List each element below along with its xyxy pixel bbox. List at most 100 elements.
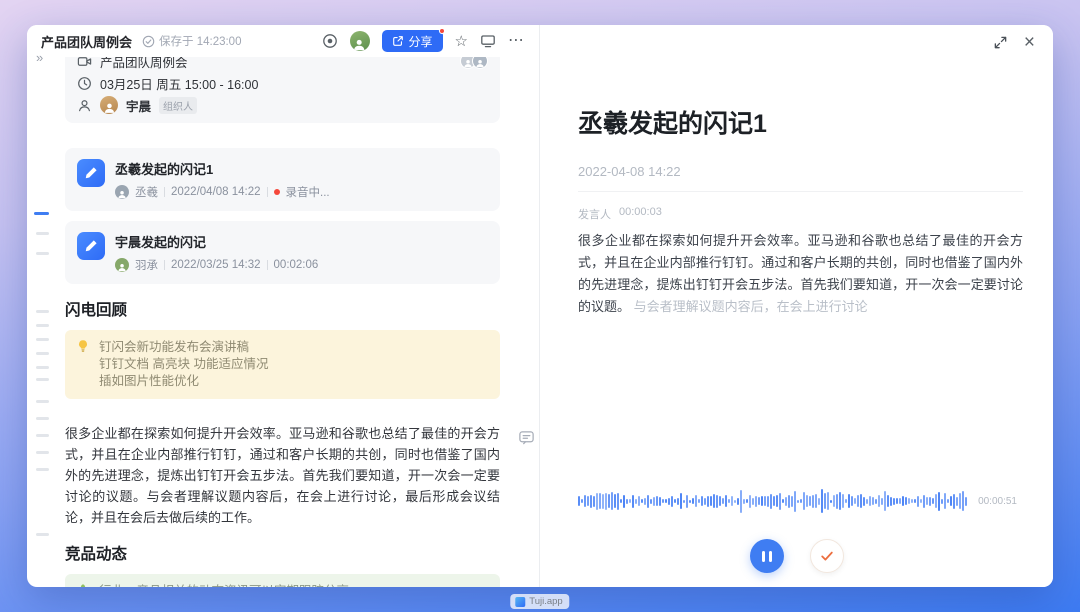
outline-marker[interactable] <box>36 366 49 369</box>
outline-marker[interactable] <box>36 324 49 327</box>
avocado-icon <box>76 583 90 587</box>
share-button[interactable]: 分享 <box>382 30 443 52</box>
waveform-bar <box>737 498 739 505</box>
waveform-bar <box>848 494 850 508</box>
participant-avatars[interactable] <box>460 57 488 69</box>
waveform-bar <box>863 497 865 506</box>
waveform-bar <box>638 496 640 506</box>
organizer-name: 宇晨 <box>126 96 151 115</box>
waveform-bar <box>740 490 742 513</box>
waveform-bar <box>623 495 625 508</box>
highlight-line: 钉钉文档 高亮块 功能适应情况 <box>99 356 488 373</box>
outline-marker[interactable] <box>36 310 49 313</box>
waveform-bar <box>779 493 781 510</box>
comment-icon[interactable] <box>516 427 536 447</box>
outline-marker[interactable] <box>36 468 49 471</box>
outline-marker[interactable] <box>36 533 49 536</box>
waveform-bar <box>752 498 754 505</box>
audio-waveform[interactable] <box>578 487 970 515</box>
waveform-bar <box>677 498 679 505</box>
waveform-bar <box>668 498 670 505</box>
document-paragraph[interactable]: 很多企业都在探索如何提升开会效率。亚马逊和谷歌也总结了最佳的开会方式，并且在企业… <box>65 423 500 528</box>
outline-marker-active[interactable] <box>34 212 49 215</box>
waveform-bar <box>824 493 826 509</box>
outline-marker[interactable] <box>36 352 49 355</box>
meeting-time-row: 03月25日 周五 15:00 - 16:00 <box>77 72 488 94</box>
meeting-organizer-row: 宇晨 组织人 <box>77 94 488 116</box>
user-avatar[interactable] <box>350 31 370 51</box>
waveform-bar <box>914 499 916 503</box>
document-content: 产品团队周例会 03月25日 周五 15:00 - 16:00 <box>65 57 500 587</box>
pause-button[interactable] <box>750 539 784 573</box>
desktop-background: 产品团队周例会 保存于 14:23:00 分享 <box>0 0 1080 612</box>
flash-note-title: 丞羲发起的闪记1 <box>115 159 330 178</box>
waveform-bar <box>857 495 859 507</box>
recording-dot <box>274 189 280 195</box>
outline-marker[interactable] <box>36 417 49 420</box>
waveform-bar <box>791 496 793 507</box>
flash-note-card-2[interactable]: 宇晨发起的闪记 羽承 2022/03/25 14:32 00:02:06 <box>65 221 500 284</box>
meeting-schedule-card[interactable]: 产品团队周例会 03月25日 周五 15:00 - 16:00 <box>65 57 500 123</box>
waveform-bar <box>908 498 910 504</box>
waveform-bar <box>812 495 814 508</box>
outline-marker[interactable] <box>36 434 49 437</box>
waveform-bar <box>647 495 649 508</box>
waveform-bar <box>719 496 721 506</box>
waveform-bar <box>629 499 631 503</box>
record-icon[interactable] <box>322 33 338 49</box>
document-panel: 产品团队周例会 保存于 14:23:00 分享 <box>27 25 540 587</box>
waveform-bar <box>698 499 700 503</box>
close-icon[interactable]: × <box>1024 33 1035 52</box>
waveform-bar <box>836 494 838 509</box>
organizer-tag: 组织人 <box>159 97 197 114</box>
outline-marker[interactable] <box>36 378 49 381</box>
waveform-bar <box>839 492 841 510</box>
sidebar-expand-icon[interactable]: » <box>36 51 43 64</box>
outline-marker[interactable] <box>36 232 49 235</box>
outline-marker[interactable] <box>36 400 49 403</box>
waveform-bar <box>926 497 928 505</box>
waveform-bar <box>860 494 862 508</box>
waveform-bar <box>935 494 937 508</box>
outline-marker[interactable] <box>36 338 49 341</box>
waveform-bar <box>767 496 769 507</box>
waveform-bar <box>953 494 955 509</box>
waveform-bar <box>899 498 901 504</box>
document-header: 产品团队周例会 保存于 14:23:00 分享 <box>27 25 539 57</box>
more-options-icon[interactable]: ⋯ <box>508 33 525 49</box>
finish-button[interactable] <box>810 539 844 573</box>
outline-marker[interactable] <box>36 451 49 454</box>
outline-marker[interactable] <box>36 252 49 255</box>
waveform-bar <box>869 496 871 506</box>
waveform-bar <box>788 495 790 508</box>
share-button-label: 分享 <box>409 33 433 50</box>
waveform-bar <box>794 491 796 512</box>
present-cast-icon[interactable] <box>480 33 496 49</box>
waveform-bar <box>896 498 898 504</box>
waveform-bar <box>632 495 634 508</box>
waveform-bar <box>893 498 895 505</box>
waveform-bar <box>644 498 646 505</box>
organizer-avatar <box>100 96 118 114</box>
waveform-bar <box>962 491 964 511</box>
favorite-star-icon[interactable]: ☆ <box>455 34 468 49</box>
waveform-bar <box>890 497 892 506</box>
flash-note-meta: 丞羲 2022/04/08 14:22 录音中... <box>115 184 330 200</box>
expand-icon[interactable] <box>993 35 1008 50</box>
document-scroll-area[interactable]: 产品团队周例会 03月25日 周五 15:00 - 16:00 <box>27 57 539 587</box>
transcript[interactable]: 很多企业都在探索如何提升开会效率。亚马逊和谷歌也总结了最佳的开会方式，并且在企业… <box>578 230 1023 318</box>
highlight-block-green[interactable]: 行业、竞品相关的动态资讯可以定期跟踪分享 <box>65 574 500 587</box>
waveform-bar <box>653 497 655 506</box>
highlight-line: 插如图片性能优化 <box>99 373 488 390</box>
author-avatar <box>115 258 129 272</box>
waveform-bar <box>689 500 691 503</box>
flash-note-card-1[interactable]: 丞羲发起的闪记1 丞羲 2022/04/08 14:22 录音中... <box>65 148 500 211</box>
waveform-bar <box>806 495 808 507</box>
highlight-block-yellow[interactable]: 钉闪会新功能发布会演讲稿 钉钉文档 高亮块 功能适应情况 插如图片性能优化 <box>65 330 500 399</box>
waveform-bar <box>878 495 880 507</box>
waveform-bar <box>692 498 694 504</box>
waveform-bar <box>656 496 658 506</box>
waveform-bar <box>743 499 745 504</box>
meta-divider <box>164 260 165 270</box>
waveform-bar <box>815 494 817 508</box>
